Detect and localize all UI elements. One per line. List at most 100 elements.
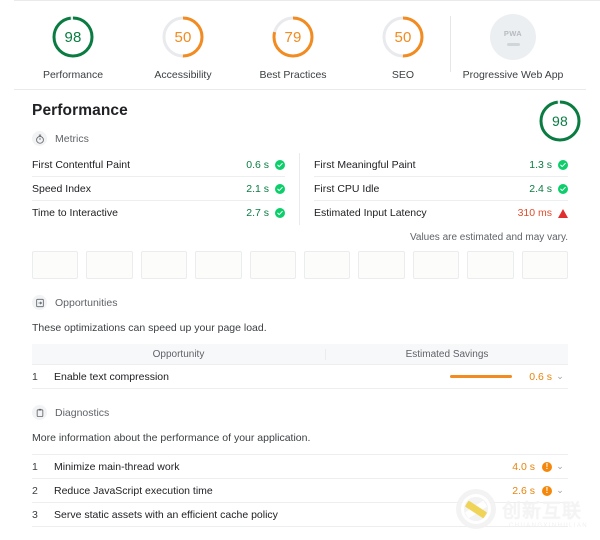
category-label-pwa: Progressive Web App xyxy=(462,69,564,81)
row-rank: 1 xyxy=(32,370,38,383)
metric-value: 2.7 s xyxy=(246,207,269,219)
filmstrip-thumbnail[interactable] xyxy=(249,251,297,279)
metric-value: 2.1 s xyxy=(246,182,269,195)
row-value: 2.6 s xyxy=(512,484,535,497)
table-row[interactable]: 3 Serve static assets with an efficient … xyxy=(32,503,568,527)
pass-check-icon xyxy=(275,183,285,194)
gauge-value-performance-section: 98 xyxy=(552,113,568,129)
table-header-row: Opportunity Estimated Savings xyxy=(32,344,568,365)
category-seo[interactable]: 50 SEO xyxy=(348,14,458,81)
table-row[interactable]: 1 Minimize main-thread work 4.0 s ! ⌄ xyxy=(32,455,568,479)
savings-bar-fill xyxy=(450,374,512,379)
row-title: Enable text compression xyxy=(54,370,169,383)
page-title: Performance xyxy=(32,102,128,119)
metric-value: 1.3 s xyxy=(529,158,552,171)
metric-row[interactable]: First Contentful Paint 0.6 s xyxy=(32,153,285,177)
metric-row[interactable]: Time to Interactive 2.7 s xyxy=(32,201,285,225)
filmstrip-thumbnail[interactable] xyxy=(304,251,351,279)
metric-name: First Meaningful Paint xyxy=(314,158,416,171)
row-savings-value: 0.6 s xyxy=(529,370,552,383)
table-row[interactable]: 2 Reduce JavaScript execution time 2.6 s… xyxy=(32,479,568,503)
filmstrip-thumbnail[interactable] xyxy=(195,251,242,279)
metrics-column-left: First Contentful Paint 0.6 s Speed Index… xyxy=(32,153,300,225)
metrics-grid: First Contentful Paint 0.6 s Speed Index… xyxy=(14,153,586,225)
opportunities-heading-label: Opportunities xyxy=(55,296,118,309)
metric-name: First CPU Idle xyxy=(314,182,380,195)
warning-circle-icon: ! xyxy=(542,461,552,472)
metrics-header: Metrics xyxy=(14,131,586,146)
chevron-down-icon[interactable]: ⌄ xyxy=(552,461,568,472)
row-rank: 3 xyxy=(32,508,38,521)
warning-circle-icon: ! xyxy=(542,485,552,496)
category-best-practices[interactable]: 79 Best Practices xyxy=(238,14,348,81)
table-row[interactable]: 1 Enable text compression 0.6 s ⌄ xyxy=(32,365,568,389)
metric-value: 310 ms xyxy=(517,207,552,219)
stopwatch-icon xyxy=(32,131,47,146)
category-accessibility[interactable]: 50 Accessibility xyxy=(128,14,238,81)
opportunities-description: These optimizations can speed up your pa… xyxy=(32,322,267,334)
clipboard-icon xyxy=(32,405,47,420)
filmstrip-thumbnail[interactable] xyxy=(412,251,460,279)
gauge-seo: 50 xyxy=(380,14,426,60)
category-label-performance: Performance xyxy=(42,69,104,81)
chevron-down-icon[interactable]: ⌄ xyxy=(552,371,568,382)
pass-check-icon xyxy=(558,183,568,194)
row-title: Reduce JavaScript execution time xyxy=(54,484,213,497)
metric-name: Time to Interactive xyxy=(32,207,118,219)
gauge-performance: 98 xyxy=(50,14,96,60)
filmstrip-thumbnail[interactable] xyxy=(32,251,79,279)
savings-bar-track xyxy=(420,374,512,379)
diagnostics-table: 1 Minimize main-thread work 4.0 s ! ⌄ 2 … xyxy=(32,454,568,527)
diagnostics-header: Diagnostics xyxy=(14,405,586,420)
row-title: Minimize main-thread work xyxy=(54,460,180,473)
warning-triangle-icon xyxy=(558,208,568,218)
performance-card: Performance Metrics First Contentful Pai… xyxy=(14,89,586,540)
metrics-heading-label: Metrics xyxy=(55,132,89,145)
column-header-savings: Estimated Savings xyxy=(405,348,489,360)
gauge-value-best-practices: 79 xyxy=(284,28,302,46)
filmstrip-thumbnail[interactable] xyxy=(140,251,188,279)
filmstrip-thumbnail[interactable] xyxy=(358,251,405,279)
metric-value: 0.6 s xyxy=(246,158,269,171)
category-label-accessibility: Accessibility xyxy=(154,69,212,81)
opportunities-table: Opportunity Estimated Savings 1 Enable t… xyxy=(32,344,568,389)
category-pwa[interactable]: PWA Progressive Web App xyxy=(450,14,568,81)
metrics-column-right: First Meaningful Paint 1.3 s First CPU I… xyxy=(300,153,568,225)
row-value: 4.0 s xyxy=(512,460,535,473)
opportunities-header: Opportunities xyxy=(14,295,586,310)
passed-audits-toggle[interactable]: Passed audits xyxy=(14,527,586,540)
metric-value: 2.4 s xyxy=(529,182,552,195)
gauge-performance-section: 98 xyxy=(537,98,583,144)
metric-name: First Contentful Paint xyxy=(32,158,131,171)
gauge-accessibility: 50 xyxy=(160,14,206,60)
pwa-dash-icon xyxy=(506,42,520,46)
filmstrip-thumbnail[interactable] xyxy=(467,251,514,279)
metric-row[interactable]: First CPU Idle 2.4 s xyxy=(314,177,568,201)
metric-row[interactable]: First Meaningful Paint 1.3 s xyxy=(314,153,568,177)
row-rank: 2 xyxy=(32,484,38,497)
category-score-bar: 98 Performance 50 Accessibility 79 Best … xyxy=(0,1,600,89)
row-title: Serve static assets with an efficient ca… xyxy=(54,508,278,521)
estimated-values-note: Values are estimated and may vary. xyxy=(409,232,568,243)
gauge-value-accessibility: 50 xyxy=(174,28,192,46)
filmstrip-thumbnail[interactable] xyxy=(86,251,133,279)
category-performance[interactable]: 98 Performance xyxy=(18,14,128,81)
gauge-value-seo: 50 xyxy=(394,28,412,46)
pass-check-icon xyxy=(275,159,285,170)
metric-row[interactable]: Estimated Input Latency 310 ms xyxy=(314,201,568,225)
metric-name: Speed Index xyxy=(32,182,91,195)
chevron-down-icon[interactable]: ⌄ xyxy=(552,485,568,496)
pass-check-icon xyxy=(558,159,568,170)
metric-row[interactable]: Speed Index 2.1 s xyxy=(32,177,285,201)
gauge-best-practices: 79 xyxy=(270,14,316,60)
diagnostics-heading-label: Diagnostics xyxy=(55,406,110,419)
pwa-badge-label: PWA xyxy=(503,28,523,38)
filmstrip xyxy=(14,243,586,279)
gauge-value-performance: 98 xyxy=(64,28,82,46)
pwa-badge-icon: PWA xyxy=(490,14,536,60)
lighthouse-report: 98 Performance 50 Accessibility 79 Best … xyxy=(0,0,600,540)
filmstrip-thumbnail[interactable] xyxy=(521,251,569,279)
category-label-seo: SEO xyxy=(391,69,415,81)
category-label-best-practices: Best Practices xyxy=(259,69,327,81)
pass-check-icon xyxy=(275,208,285,218)
